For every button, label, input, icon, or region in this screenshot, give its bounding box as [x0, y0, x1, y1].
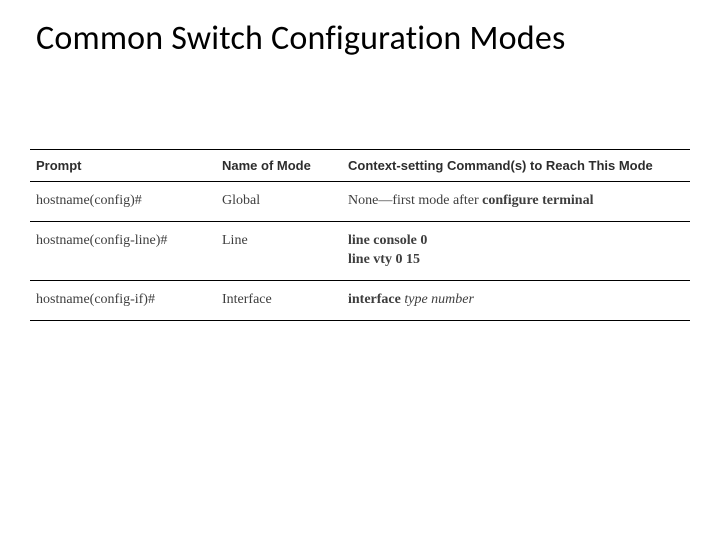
cmd-text: None—first mode after: [348, 193, 482, 208]
cell-command: line console 0 line vty 0 15: [342, 221, 690, 280]
cell-prompt: hostname(config-line)#: [30, 221, 216, 280]
cell-prompt: hostname(config)#: [30, 182, 216, 222]
page-title: Common Switch Configuration Modes: [36, 18, 690, 59]
cmd-italic: type number: [401, 292, 474, 307]
table-header-row: Prompt Name of Mode Context-setting Comm…: [30, 150, 690, 182]
cmd-bold: interface: [348, 292, 401, 307]
header-prompt: Prompt: [30, 150, 216, 182]
config-modes-table: Prompt Name of Mode Context-setting Comm…: [30, 149, 690, 321]
table-row: hostname(config-if)# Interface interface…: [30, 280, 690, 320]
cell-mode: Global: [216, 182, 342, 222]
slide: Common Switch Configuration Modes Prompt…: [0, 0, 720, 540]
header-mode: Name of Mode: [216, 150, 342, 182]
table-row: hostname(config-line)# Line line console…: [30, 221, 690, 280]
cell-mode: Line: [216, 221, 342, 280]
cell-command: interface type number: [342, 280, 690, 320]
table-row: hostname(config)# Global None—first mode…: [30, 182, 690, 222]
cmd-bold: line vty 0 15: [348, 251, 680, 270]
cmd-bold: line console 0: [348, 232, 680, 251]
cell-prompt: hostname(config-if)#: [30, 280, 216, 320]
cmd-bold: configure terminal: [482, 193, 593, 208]
header-command: Context-setting Command(s) to Reach This…: [342, 150, 690, 182]
cell-command: None—first mode after configure terminal: [342, 182, 690, 222]
cell-mode: Interface: [216, 280, 342, 320]
